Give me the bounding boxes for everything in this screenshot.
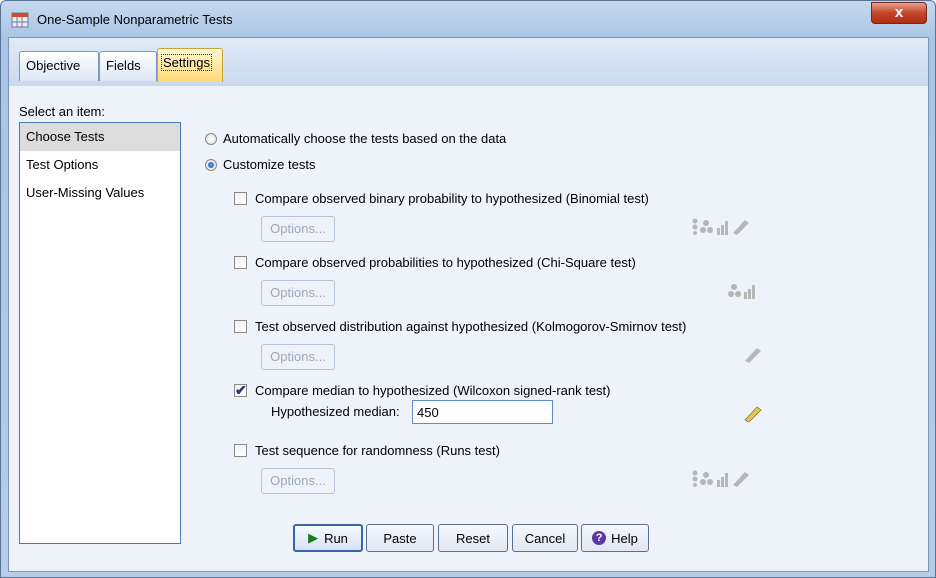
help-icon: ? — [592, 531, 607, 545]
tab-strip: Objective Fields Settings — [9, 38, 928, 87]
auto-choose-radio[interactable] — [205, 132, 217, 145]
title-bar[interactable]: One-Sample Nonparametric Tests x — [1, 1, 935, 37]
chisquare-measurement-icons — [728, 284, 755, 299]
cancel-button[interactable]: Cancel — [512, 524, 578, 552]
bar-icon — [717, 221, 728, 235]
runs-checkbox[interactable] — [234, 444, 247, 457]
list-item-user-missing-values[interactable]: User-Missing Values — [20, 179, 180, 207]
tab-label: Fields — [106, 58, 141, 73]
help-label: Help — [611, 530, 638, 546]
ks-label: Test observed distribution against hypot… — [255, 319, 687, 334]
binomial-checkbox[interactable] — [234, 192, 247, 205]
list-item-test-options[interactable]: Test Options — [20, 151, 180, 179]
nominal-icon — [692, 470, 698, 487]
ordinal-icon — [728, 284, 741, 297]
ruler-icon — [733, 472, 749, 487]
cancel-label: Cancel — [524, 530, 566, 546]
binomial-label: Compare observed binary probability to h… — [255, 191, 649, 206]
wilcoxon-row[interactable]: ✔ Compare median to hypothesized (Wilcox… — [234, 383, 611, 398]
customize-radio-row[interactable]: Customize tests — [205, 157, 315, 172]
hypothesized-median-label: Hypothesized median: — [271, 404, 400, 419]
tab-fields[interactable]: Fields — [99, 51, 157, 81]
bar-icon — [744, 285, 755, 299]
window-title: One-Sample Nonparametric Tests — [37, 12, 233, 27]
binomial-options-button[interactable]: Options... — [261, 216, 335, 242]
ks-options-button[interactable]: Options... — [261, 344, 335, 370]
paste-label: Paste — [383, 530, 417, 546]
bar-icon — [717, 473, 728, 487]
ks-row[interactable]: Test observed distribution against hypot… — [234, 319, 686, 334]
customize-radio[interactable] — [205, 158, 217, 171]
dialog-window: One-Sample Nonparametric Tests x Objecti… — [0, 0, 936, 578]
run-label: Run — [324, 530, 348, 546]
help-button[interactable]: ? Help — [581, 524, 649, 552]
chisquare-row[interactable]: Compare observed probabilities to hypoth… — [234, 255, 636, 270]
ks-measurement-icons — [745, 348, 761, 363]
wilcoxon-measurement-icons — [744, 406, 762, 422]
auto-choose-radio-row[interactable]: Automatically choose the tests based on … — [205, 131, 506, 146]
ordinal-icon — [700, 472, 713, 485]
tab-label: Objective — [26, 58, 81, 73]
close-button[interactable]: x — [871, 2, 927, 24]
chisquare-label: Compare observed probabilities to hypoth… — [255, 255, 636, 270]
item-listbox[interactable]: Choose Tests Test Options User-Missing V… — [19, 122, 181, 544]
chisquare-options-button[interactable]: Options... — [261, 280, 335, 306]
runs-measurement-icons — [692, 470, 749, 487]
ruler-icon — [745, 348, 761, 363]
paste-button[interactable]: Paste — [366, 524, 434, 552]
runs-options-button[interactable]: Options... — [261, 468, 335, 494]
nominal-icon — [692, 218, 698, 235]
tab-objective[interactable]: Objective — [19, 51, 99, 81]
customize-label: Customize tests — [223, 157, 316, 172]
play-icon: ▶ — [308, 530, 319, 545]
binomial-row[interactable]: Compare observed binary probability to h… — [234, 191, 649, 206]
ordinal-icon — [700, 220, 713, 233]
app-icon — [11, 12, 29, 28]
reset-label: Reset — [456, 530, 490, 546]
chisquare-checkbox[interactable] — [234, 256, 247, 269]
ks-checkbox[interactable] — [234, 320, 247, 333]
run-button[interactable]: ▶ Run — [293, 524, 363, 552]
reset-button[interactable]: Reset — [438, 524, 508, 552]
binomial-measurement-icons — [692, 218, 749, 235]
hypothesized-median-input[interactable] — [412, 400, 553, 424]
auto-choose-label: Automatically choose the tests based on … — [223, 131, 507, 146]
wilcoxon-checkbox[interactable]: ✔ — [234, 383, 247, 397]
settings-panel: Select an item: Choose Tests Test Option… — [9, 86, 928, 571]
tab-label: Settings — [161, 54, 212, 71]
ruler-icon — [744, 406, 762, 422]
runs-label: Test sequence for randomness (Runs test) — [255, 443, 500, 458]
select-item-label: Select an item: — [19, 104, 105, 119]
wilcoxon-label: Compare median to hypothesized (Wilcoxon… — [255, 383, 611, 398]
dialog-client: Objective Fields Settings Select an item… — [8, 37, 929, 572]
tab-settings[interactable]: Settings — [157, 48, 223, 82]
list-item-choose-tests[interactable]: Choose Tests — [20, 123, 180, 151]
runs-row[interactable]: Test sequence for randomness (Runs test) — [234, 443, 500, 458]
ruler-icon — [733, 220, 749, 235]
